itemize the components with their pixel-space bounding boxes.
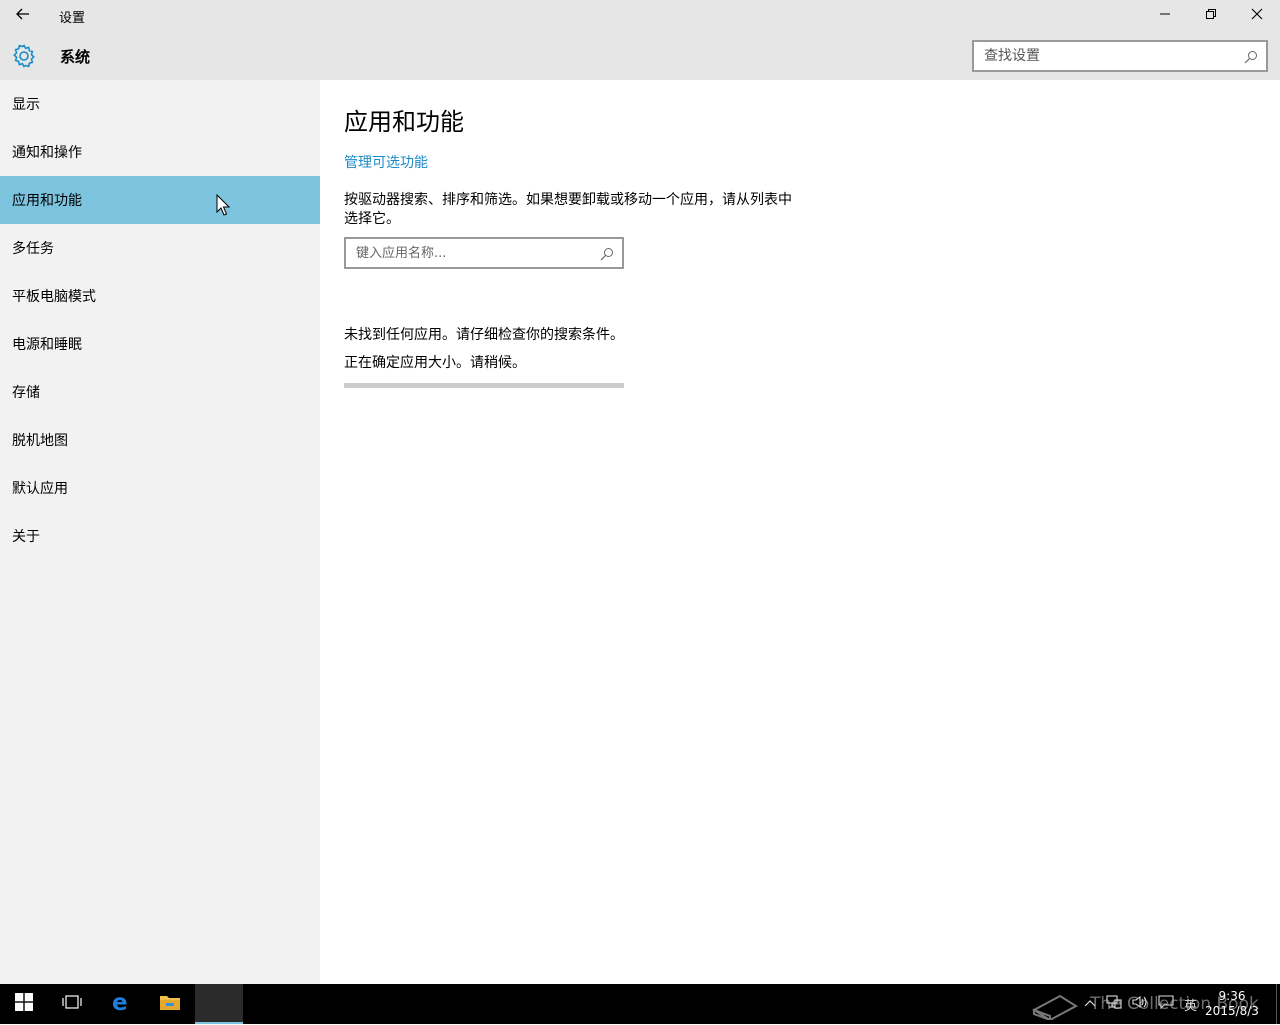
- settings-taskbar-button[interactable]: [195, 984, 243, 1024]
- sidebar: 显示 通知和操作 应用和功能 多任务 平板电脑模式 电源和睡眠 存储 脱机地图 …: [0, 80, 320, 984]
- windows-start-icon: [15, 993, 33, 1015]
- sidebar-item-label: 显示: [12, 97, 40, 113]
- restore-button[interactable]: [1188, 0, 1234, 32]
- sidebar-item-apps-features[interactable]: 应用和功能: [0, 176, 320, 224]
- sidebar-item-multitasking[interactable]: 多任务: [0, 224, 320, 272]
- task-view-icon: [62, 994, 82, 1014]
- restore-icon: [1205, 8, 1217, 24]
- window-controls: [1142, 0, 1280, 32]
- manage-optional-features-link[interactable]: 管理可选功能: [344, 152, 428, 172]
- sidebar-item-label: 平板电脑模式: [12, 289, 96, 305]
- folder-icon: [159, 993, 181, 1015]
- svg-text:e: e: [112, 991, 128, 1013]
- task-view-button[interactable]: [48, 984, 96, 1024]
- back-button[interactable]: [0, 0, 46, 32]
- sidebar-item-about[interactable]: 关于: [0, 512, 320, 560]
- search-icon[interactable]: [600, 246, 614, 261]
- sidebar-item-label: 存储: [12, 385, 40, 401]
- main-content: 应用和功能 管理可选功能 按驱动器搜索、排序和筛选。如果想要卸载或移动一个应用，…: [320, 80, 1280, 984]
- edge-button[interactable]: e: [98, 984, 146, 1024]
- sidebar-item-tablet-mode[interactable]: 平板电脑模式: [0, 272, 320, 320]
- sidebar-item-notifications[interactable]: 通知和操作: [0, 128, 320, 176]
- sidebar-item-label: 应用和功能: [12, 193, 82, 209]
- settings-search-box[interactable]: [972, 40, 1268, 72]
- search-icon[interactable]: [1244, 49, 1258, 64]
- file-explorer-button[interactable]: [146, 984, 194, 1024]
- sidebar-item-storage[interactable]: 存储: [0, 368, 320, 416]
- close-icon: [1251, 8, 1263, 24]
- page-title: 应用和功能: [344, 108, 464, 136]
- app-search-box[interactable]: [344, 237, 624, 269]
- apps-description: 按驱动器搜索、排序和筛选。如果想要卸载或移动一个应用，请从列表中选择它。: [344, 192, 792, 227]
- sidebar-item-label: 多任务: [12, 241, 54, 257]
- settings-search-input[interactable]: [974, 42, 1224, 70]
- progress-bar: [344, 383, 624, 388]
- no-apps-message: 未找到任何应用。请仔细检查你的搜索条件。: [344, 327, 624, 343]
- app-search-input[interactable]: [346, 239, 586, 267]
- sizing-status: 正在确定应用大小。请稍候。: [344, 355, 526, 371]
- window-title: 设置: [59, 10, 86, 26]
- section-title: 系统: [60, 48, 91, 66]
- sidebar-item-label: 关于: [12, 529, 40, 545]
- sidebar-item-power-sleep[interactable]: 电源和睡眠: [0, 320, 320, 368]
- sidebar-item-display[interactable]: 显示: [0, 80, 320, 128]
- arrow-left-icon: [15, 6, 31, 26]
- settings-header: 系统: [0, 32, 1280, 80]
- minimize-icon: [1159, 8, 1171, 24]
- edge-icon: e: [111, 990, 133, 1017]
- minimize-button[interactable]: [1142, 0, 1188, 32]
- show-desktop-button[interactable]: [1276, 984, 1280, 1024]
- watermark: The Collection Book: [1030, 984, 1259, 1024]
- gear-icon: [11, 43, 37, 69]
- title-bar: 设置: [0, 0, 1280, 32]
- book-icon: [1030, 984, 1080, 1025]
- sidebar-item-label: 通知和操作: [12, 145, 82, 161]
- sidebar-item-label: 默认应用: [12, 481, 68, 497]
- start-button[interactable]: [0, 984, 48, 1024]
- close-button[interactable]: [1234, 0, 1280, 32]
- sidebar-item-offline-maps[interactable]: 脱机地图: [0, 416, 320, 464]
- sidebar-item-label: 电源和睡眠: [12, 337, 82, 353]
- watermark-text: The Collection Book: [1090, 994, 1259, 1014]
- mouse-cursor-icon: [216, 193, 231, 216]
- sidebar-item-label: 脱机地图: [12, 433, 68, 449]
- sidebar-item-default-apps[interactable]: 默认应用: [0, 464, 320, 512]
